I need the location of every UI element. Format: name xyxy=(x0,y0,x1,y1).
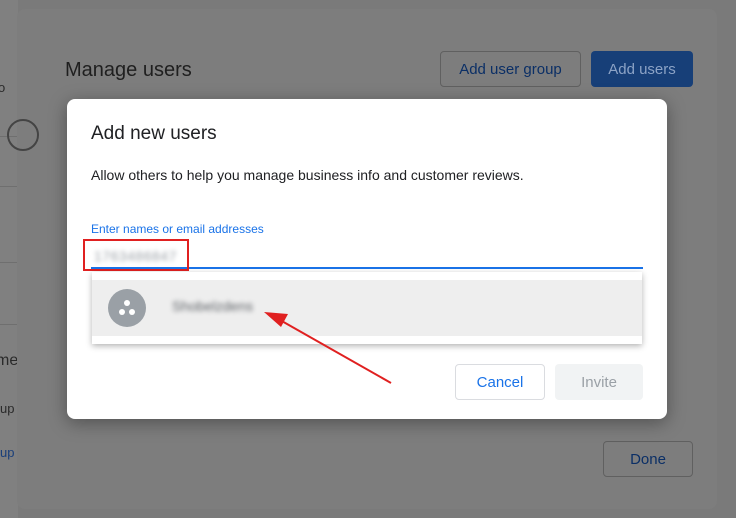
modal-title: Add new users xyxy=(91,123,217,144)
suggestion-dropdown: Shobelzdens xyxy=(92,272,642,344)
bg-fragment-text: up xyxy=(0,401,15,416)
suggestion-item[interactable]: Shobelzdens xyxy=(92,280,642,336)
dialog-title: Manage users xyxy=(65,59,192,81)
divider xyxy=(0,262,18,263)
add-users-button[interactable]: Add users xyxy=(591,51,693,87)
add-user-group-button[interactable]: Add user group xyxy=(440,51,581,87)
names-field-label: Enter names or email addresses xyxy=(91,222,264,236)
partial-avatar-icon xyxy=(7,119,39,151)
modal-description: Allow others to help you manage business… xyxy=(91,167,524,183)
cancel-button[interactable]: Cancel xyxy=(455,364,545,400)
bg-fragment-text: me xyxy=(0,352,19,369)
bg-fragment-text: o xyxy=(0,80,6,95)
divider xyxy=(0,324,18,325)
group-avatar-icon xyxy=(108,289,146,327)
add-new-users-modal: Add new users Allow others to help you m… xyxy=(67,99,667,419)
divider xyxy=(0,186,18,187)
red-highlight-box xyxy=(83,239,189,271)
invite-button[interactable]: Invite xyxy=(555,364,643,400)
background-edge: o me up up xyxy=(0,0,18,518)
done-button[interactable]: Done xyxy=(603,441,693,477)
bg-fragment-link: up xyxy=(0,445,15,460)
suggestion-name: Shobelzdens xyxy=(172,298,253,314)
